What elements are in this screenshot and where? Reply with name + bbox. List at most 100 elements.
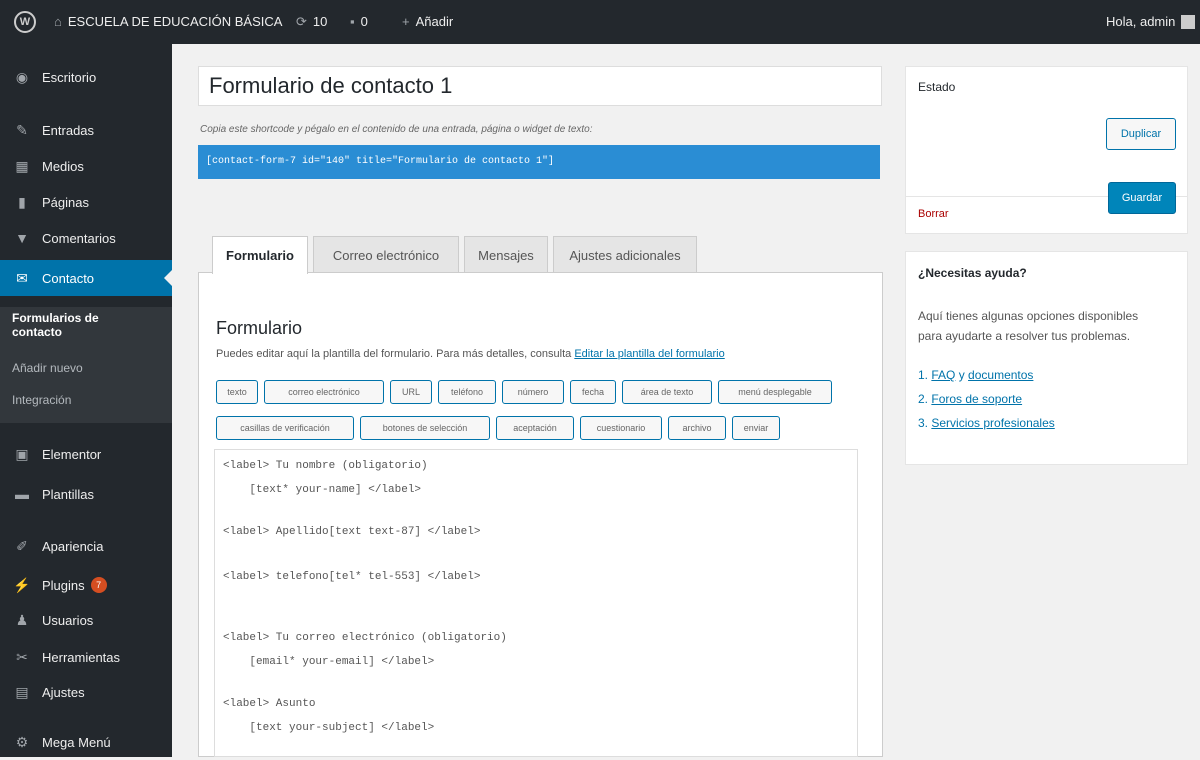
plus-icon: + <box>402 14 410 29</box>
code-line: <label> Asunto <box>223 698 316 710</box>
sidebar-item-label: Contacto <box>42 270 95 286</box>
admin-bar: W ⌂ ESCUELA DE EDUCACIÓN BÁSICA ⟳ 10 ▪ 0… <box>0 0 1200 44</box>
add-new-link[interactable]: + Añadir <box>402 0 453 44</box>
page-icon: ▮ <box>18 193 26 210</box>
shortcode-field[interactable]: [contact-form-7 id="140" title="Formular… <box>198 145 880 179</box>
code-line: <label> Tu nombre (obligatorio) <box>223 460 428 472</box>
tag-button-date[interactable]: fecha <box>570 380 616 404</box>
tag-button-select[interactable]: menú desplegable <box>718 380 832 404</box>
status-title: Estado <box>918 80 956 94</box>
code-line: [text your-subject] </label> <box>223 722 435 734</box>
user-icon: ♟ <box>15 611 29 628</box>
help-item-2: 2. Foros de soporte <box>918 392 1023 406</box>
sidebar-item-elementor[interactable]: ▣ Elementor <box>0 436 172 472</box>
code-line: <label> telefono[tel* tel-553] </label> <box>223 571 481 583</box>
submenu-add-new[interactable]: Añadir nuevo <box>12 361 83 375</box>
sidebar-item-label: Ajustes <box>42 684 85 700</box>
tag-button-url[interactable]: URL <box>390 380 432 404</box>
tab-mensajes[interactable]: Mensajes <box>464 236 548 273</box>
help-item-1: 1. FAQ y documentos <box>918 368 1034 382</box>
sidebar-item-usuarios[interactable]: ♟ Usuarios <box>0 602 172 638</box>
form-template-editor[interactable]: <label> Tu nombre (obligatorio) [text* y… <box>214 449 858 757</box>
sidebar-item-paginas[interactable]: ▮ Páginas <box>0 184 172 220</box>
plugin-icon: ⚡ <box>13 576 31 593</box>
professional-services-link[interactable]: Servicios profesionales <box>931 416 1054 430</box>
submenu-forms[interactable]: Formularios de contacto <box>12 311 99 339</box>
sidebar-item-mega-menu[interactable]: ⚙ Mega Menú <box>0 724 172 760</box>
sidebar-item-label: Herramientas <box>42 649 121 665</box>
sidebar-item-label: Plantillas <box>42 486 95 502</box>
tag-button-checkbox[interactable]: casillas de verificación <box>216 416 354 440</box>
submenu-integration[interactable]: Integración <box>12 393 71 407</box>
sidebar-item-herramientas[interactable]: ✂ Herramientas <box>0 639 172 675</box>
home-icon: ⌂ <box>54 14 62 29</box>
shortcode-hint: Copia este shortcode y pégalo en el cont… <box>200 124 593 135</box>
tag-button-text[interactable]: texto <box>216 380 258 404</box>
tag-button-number[interactable]: número <box>502 380 564 404</box>
help-text: Aquí tienes algunas opciones disponibles… <box>918 309 1139 343</box>
tag-button-submit[interactable]: enviar <box>732 416 780 440</box>
updates-link[interactable]: ⟳ 10 <box>296 0 327 44</box>
site-name-link[interactable]: ⌂ ESCUELA DE EDUCACIÓN BÁSICA <box>54 0 282 44</box>
sidebar-item-contacto[interactable]: ✉ Contacto <box>0 260 172 296</box>
panel-title: Formulario <box>216 318 303 338</box>
tag-button-radio[interactable]: botones de selección <box>360 416 490 440</box>
add-new-label: Añadir <box>415 14 454 29</box>
sidebar-item-medios[interactable]: ▦ Medios <box>0 148 172 184</box>
sidebar-item-entradas[interactable]: ✎ Entradas <box>0 112 172 148</box>
code-line: <label> Tu correo electrónico (obligator… <box>223 632 507 644</box>
form-title-input[interactable] <box>198 66 882 106</box>
sidebar-item-comentarios[interactable]: ▼ Comentarios <box>0 220 172 256</box>
comment-icon: ▼ <box>15 230 29 246</box>
duplicate-button[interactable]: Duplicar <box>1106 118 1176 150</box>
contacto-submenu: Formularios de contacto Añadir nuevo Int… <box>0 307 172 423</box>
media-icon: ▦ <box>15 157 29 174</box>
sidebar-item-ajustes[interactable]: ▤ Ajustes <box>0 674 172 710</box>
avatar <box>1181 15 1196 29</box>
sidebar-item-plugins[interactable]: ⚡ Plugins 7 <box>0 567 172 603</box>
tab-ajustes-adicionales[interactable]: Ajustes adicionales <box>553 236 697 273</box>
comments-link[interactable]: ▪ 0 <box>350 0 368 44</box>
docs-link[interactable]: documentos <box>968 368 1033 382</box>
updates-icon: ⟳ <box>296 14 307 29</box>
tag-button-email[interactable]: correo electrónico <box>264 380 384 404</box>
tag-button-quiz[interactable]: cuestionario <box>580 416 662 440</box>
wrench-icon: ✂ <box>16 648 28 665</box>
edit-template-link[interactable]: Editar la plantilla del formulario <box>574 348 724 360</box>
pin-icon: ✎ <box>16 121 28 138</box>
sidebar-item-apariencia[interactable]: ✐ Apariencia <box>0 528 172 564</box>
support-forums-link[interactable]: Foros de soporte <box>931 392 1022 406</box>
save-button[interactable]: Guardar <box>1108 182 1176 214</box>
tag-button-tel[interactable]: teléfono <box>438 380 496 404</box>
wordpress-logo-icon[interactable]: W <box>14 11 36 33</box>
elementor-icon: ▣ <box>15 445 29 462</box>
account-menu[interactable]: Hola, admin <box>1106 0 1196 44</box>
faq-link[interactable]: FAQ <box>931 368 955 382</box>
comments-count: 0 <box>360 14 368 29</box>
mail-icon: ✉ <box>16 269 28 286</box>
help-item-3: 3. Servicios profesionales <box>918 416 1055 430</box>
tag-button-file[interactable]: archivo <box>668 416 726 440</box>
code-line: <label> Apellido[text text-87] </label> <box>223 526 481 538</box>
panel-description: Puedes editar aquí la plantilla del form… <box>216 348 725 360</box>
tag-button-textarea[interactable]: área de texto <box>622 380 712 404</box>
settings-icon: ▤ <box>15 683 29 700</box>
sidebar-item-escritorio[interactable]: ◉ Escritorio <box>0 59 172 95</box>
sidebar-item-label: Mega Menú <box>42 734 111 750</box>
tag-button-acceptance[interactable]: aceptación <box>496 416 574 440</box>
sidebar-item-label: Escritorio <box>42 69 97 85</box>
sidebar-item-label: Plugins <box>42 577 85 593</box>
code-line: [text* your-name] </label> <box>223 484 422 496</box>
tab-correo-electronico[interactable]: Correo electrónico <box>313 236 459 273</box>
plugins-update-badge: 7 <box>90 577 107 593</box>
dashboard-icon: ◉ <box>15 68 29 85</box>
admin-sidebar: ◉ Escritorio ✎ Entradas ▦ Medios ▮ Págin… <box>0 44 172 757</box>
sidebar-item-label: Usuarios <box>42 612 94 628</box>
tab-formulario[interactable]: Formulario <box>212 236 308 274</box>
sidebar-item-plantillas[interactable]: ▬ Plantillas <box>0 476 172 512</box>
greeting: Hola, admin <box>1106 14 1176 29</box>
sidebar-item-label: Apariencia <box>42 538 104 554</box>
sidebar-item-label: Medios <box>42 158 84 174</box>
delete-link[interactable]: Borrar <box>918 198 949 230</box>
gear-icon: ⚙ <box>15 733 29 750</box>
